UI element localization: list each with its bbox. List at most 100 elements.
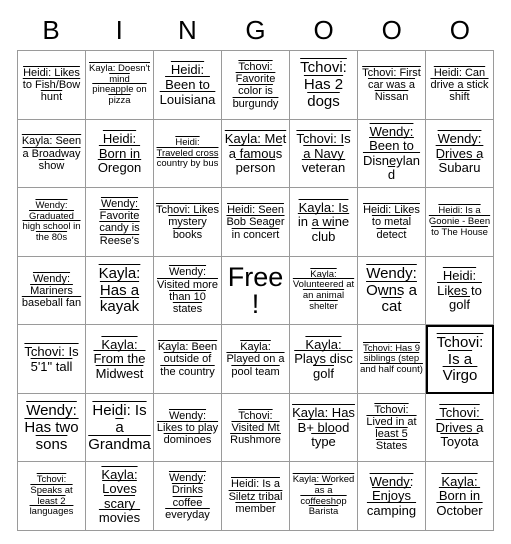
bingo-cell-label: Tchovi: Is a Navy veteran <box>296 131 351 176</box>
bingo-cell-label: Tchovi: Is a Virgo <box>436 333 484 385</box>
bingo-header-letter: O <box>313 15 334 45</box>
bingo-cell-label: Tchovi: Drives a Toyota <box>435 405 484 450</box>
bingo-cell-label: Wendy: Mariners baseball fan <box>21 272 82 310</box>
bingo-cell[interactable]: Kayla: Loves scary movies <box>86 462 154 531</box>
bingo-free-space[interactable]: Free! <box>222 256 290 326</box>
bingo-cell-label: Heidi: Traveled cross country by bus <box>156 136 219 170</box>
bingo-cell-label: Heidi: Likes to golf <box>437 268 482 313</box>
bingo-cell-label: Kayla: Has B+ blood type <box>292 405 355 450</box>
bingo-cell[interactable]: Kayla: Worked as a coffeeshop Barista <box>290 462 358 531</box>
bingo-cell-label: Wendy: Likes to play dominoes <box>156 409 219 447</box>
bingo-cell[interactable]: Tchovi: Has 2 dogs <box>290 51 358 120</box>
bingo-cell[interactable]: Tchovi: Lived in at least 5 States <box>358 393 426 463</box>
bingo-cell-label: Wendy: Visited more than 10 states <box>157 266 218 316</box>
bingo-cell-label: Tchovi: Has 9 siblings (step and half co… <box>360 342 423 375</box>
bingo-cell[interactable]: Wendy: Favorite candy is Reese's <box>86 188 154 257</box>
bingo-cell[interactable]: Wendy: Visited more than 10 states <box>154 256 222 326</box>
bingo-cell-label: Tchovi: Likes mystery books <box>156 203 219 241</box>
bingo-cell[interactable]: Heidi: Been to Louisiana <box>154 51 222 120</box>
bingo-cell[interactable]: Tchovi: Drives a Toyota <box>426 393 494 463</box>
bingo-cell-label: Wendy: Favorite candy is Reese's <box>99 197 140 247</box>
bingo-header-letter: O <box>381 15 402 45</box>
bingo-header-row: BINGOOO <box>17 10 494 50</box>
bingo-cell[interactable]: Wendy: Likes to play dominoes <box>154 393 222 463</box>
bingo-header-letter: G <box>245 15 266 45</box>
bingo-cell-label: Heidi: Likes to Fish/Bow hunt <box>22 66 81 104</box>
bingo-cell-label: Heidi: Is a Siletz tribal member <box>228 478 283 515</box>
bingo-cell[interactable]: Kayla: Played on a pool team <box>222 325 290 394</box>
bingo-cell[interactable]: Heidi: Is a Grandma <box>86 393 154 463</box>
bingo-cell-label: Heidi: Is a Grandma <box>88 401 151 453</box>
bingo-cell[interactable]: Heidi: Born in Oregon <box>86 119 154 189</box>
bingo-cell[interactable]: Wendy: Owns a cat <box>358 256 426 326</box>
bingo-cell-label: Heidi: Been to Louisiana <box>159 62 216 107</box>
bingo-cell[interactable]: Kayla: Has a kayak <box>86 256 154 326</box>
bingo-cell-label: Tchovi: First car was a Nissan <box>362 66 421 104</box>
bingo-cell-label: Tchovi: Favorite color is burgundy <box>232 60 279 110</box>
bingo-cell[interactable]: Kayla: Met a famous person <box>222 119 290 189</box>
bingo-cell-label: Kayla: Worked as a coffeeshop Barista <box>292 474 355 518</box>
bingo-cell-label: Kayla: Been outside of the country <box>157 341 218 378</box>
bingo-cell-label: Tchovi: Visited Mt Rushmore <box>230 409 281 447</box>
bingo-cell-label: Tchovi: Lived in at least 5 States <box>366 403 417 453</box>
bingo-cell[interactable]: Kayla: Doesn't mind pineapple on pizza <box>86 51 154 120</box>
bingo-header-letter: I <box>115 15 123 45</box>
bingo-cell-marked[interactable]: Tchovi: Is a Virgo <box>426 325 494 394</box>
bingo-cell[interactable]: Tchovi: Is a Navy veteran <box>290 119 358 189</box>
bingo-cell[interactable]: Heidi: Seen Bob Seager in concert <box>222 188 290 257</box>
bingo-cell[interactable]: Wendy: Drives a Subaru <box>426 119 494 189</box>
bingo-cell-label: Tchovi: Speaks at least 2 languages <box>29 474 74 518</box>
bingo-cell[interactable]: Tchovi: Favorite color is burgundy <box>222 51 290 120</box>
bingo-cell[interactable]: Wendy: Has two sons <box>18 393 86 463</box>
bingo-cell-label: Kayla: Is in a wine club <box>297 199 350 244</box>
bingo-cell[interactable]: Kayla: Is in a wine club <box>290 188 358 257</box>
bingo-cell-label: Heidi: Is a Goonie - Been to The House <box>428 205 491 238</box>
bingo-cell-label: Wendy: Graduated high school in the 80s <box>22 200 81 244</box>
bingo-cell[interactable]: Wendy: Mariners baseball fan <box>18 256 86 326</box>
bingo-cell-label: Wendy: Drives a Subaru <box>435 131 484 176</box>
bingo-cell-label: Kayla: Plays disc golf <box>294 336 353 381</box>
bingo-cell-label: Kayla: Seen a Broadway show <box>21 135 82 172</box>
bingo-cell[interactable]: Tchovi: Speaks at least 2 languages <box>18 462 86 531</box>
bingo-cell[interactable]: Heidi: Likes to Fish/Bow hunt <box>18 51 86 120</box>
bingo-cell[interactable]: Kayla: Has B+ blood type <box>290 393 358 463</box>
bingo-cell[interactable]: Heidi: Traveled cross country by bus <box>154 119 222 189</box>
bingo-grid: Heidi: Likes to Fish/Bow hunt Kayla: Does… <box>17 50 494 531</box>
bingo-cell-label: Kayla: Born in October <box>436 473 483 518</box>
bingo-cell[interactable]: Tchovi: First car was a Nissan <box>358 51 426 120</box>
bingo-cell[interactable]: Tchovi: Visited Mt Rushmore <box>222 393 290 463</box>
bingo-cell-label: Kayla: Played on a pool team <box>226 341 285 378</box>
bingo-header-letter: O <box>449 15 471 45</box>
bingo-cell[interactable]: Wendy: Graduated high school in the 80s <box>18 188 86 257</box>
bingo-cell-label: Heidi: Can drive a stick shift <box>430 66 489 104</box>
bingo-cell[interactable]: Kayla: Plays disc golf <box>290 325 358 394</box>
bingo-cell-label: Heidi: Born in Oregon <box>97 131 142 176</box>
bingo-cell[interactable]: Wendy: Enjoys camping <box>358 462 426 531</box>
bingo-cell[interactable]: Heidi: Can drive a stick shift <box>426 51 494 120</box>
bingo-cell[interactable]: Tchovi: Has 9 siblings (step and half co… <box>358 325 426 394</box>
bingo-header-letter: B <box>42 15 60 45</box>
bingo-cell[interactable]: Wendy: Been to Disneyland <box>358 119 426 189</box>
bingo-cell-label: Wendy: Has two sons <box>24 401 79 453</box>
bingo-cell[interactable]: Heidi: Is a Goonie - Been to The House <box>426 188 494 257</box>
bingo-cell-label: Kayla: Volunteered at an animal shelter <box>292 268 355 312</box>
bingo-cell[interactable]: Wendy: Drinks coffee everyday <box>154 462 222 531</box>
bingo-cell-label: Wendy: Owns a cat <box>366 264 417 316</box>
bingo-cell[interactable]: Heidi: Likes to golf <box>426 256 494 326</box>
bingo-header-letter: N <box>177 15 197 45</box>
bingo-cell-label: Tchovi: Has 2 dogs <box>300 59 347 110</box>
bingo-cell[interactable]: Kayla: Been outside of the country <box>154 325 222 394</box>
bingo-cell[interactable]: Kayla: Seen a Broadway show <box>18 119 86 189</box>
bingo-cell-label: Heidi: Likes to metal detect <box>363 203 420 241</box>
bingo-cell[interactable]: Kayla: From the Midwest <box>86 325 154 394</box>
bingo-cell[interactable]: Kayla: Born in October <box>426 462 494 531</box>
bingo-cell-label: Kayla: Met a famous person <box>224 131 287 176</box>
bingo-cell[interactable]: Tchovi: Likes mystery books <box>154 188 222 257</box>
bingo-cell-label: Heidi: Seen Bob Seager in concert <box>226 203 285 241</box>
bingo-cell[interactable]: Heidi: Is a Siletz tribal member <box>222 462 290 531</box>
bingo-cell-label: Wendy: Enjoys camping <box>366 473 417 518</box>
bingo-cell[interactable]: Tchovi: Is 5'1" tall <box>18 325 86 394</box>
bingo-cell[interactable]: Heidi: Likes to metal detect <box>358 188 426 257</box>
bingo-cell[interactable]: Kayla: Volunteered at an animal shelter <box>290 256 358 326</box>
bingo-cell-label: Kayla: Has a kayak <box>98 264 141 316</box>
